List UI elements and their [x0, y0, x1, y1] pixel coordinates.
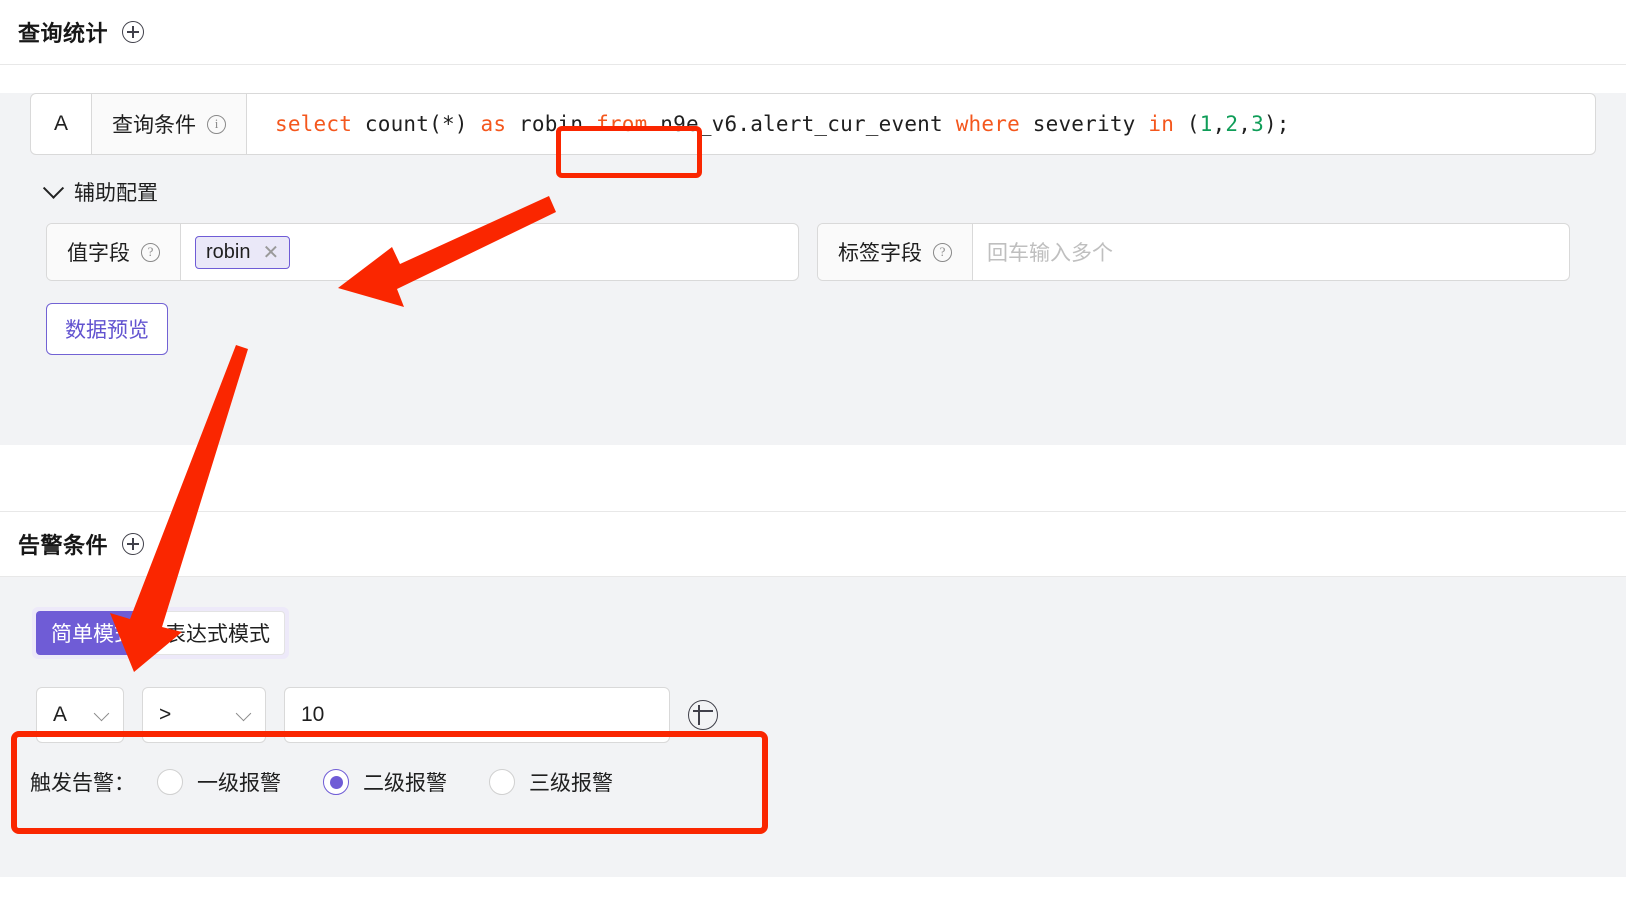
arrow-to-value-field — [338, 196, 556, 307]
page-root: 查询统计 A 查询条件 i select count(*) as robin f… — [0, 0, 1626, 908]
annotation-arrows — [0, 0, 1626, 908]
arrow-to-simple-mode — [110, 345, 248, 672]
